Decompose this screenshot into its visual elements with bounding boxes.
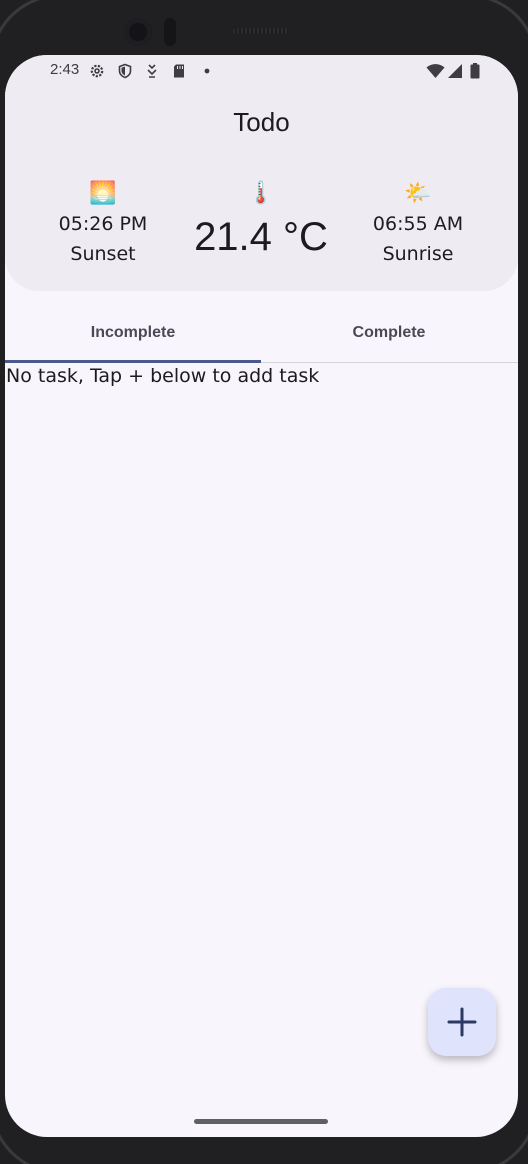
sunrise-label: Sunrise bbox=[382, 243, 454, 265]
tab-complete[interactable]: Complete bbox=[261, 291, 517, 362]
proximity-sensor bbox=[164, 18, 176, 46]
thermometer-icon: 🌡️ bbox=[247, 181, 275, 206]
battery-icon bbox=[470, 63, 480, 79]
sd-card-icon bbox=[174, 64, 184, 78]
tab-complete-label: Complete bbox=[352, 324, 426, 341]
empty-task-message: No task, Tap + below to add task bbox=[6, 365, 320, 387]
status-bar: 2:43 bbox=[5, 55, 518, 87]
sunrise-time: 06:55 AM bbox=[372, 213, 464, 235]
signal-icon bbox=[448, 64, 462, 78]
home-gesture-bar[interactable] bbox=[194, 1119, 328, 1124]
tab-incomplete[interactable]: Incomplete bbox=[5, 291, 261, 362]
sunset-icon: 🌅 bbox=[89, 181, 117, 206]
dot-icon bbox=[204, 68, 210, 74]
tab-selected-indicator bbox=[5, 360, 261, 363]
sunrise-icon: 🌤️ bbox=[404, 181, 432, 206]
temperature-widget: 🌡️ 21.4 °C bbox=[185, 181, 337, 260]
app-title: Todo bbox=[233, 107, 290, 137]
add-task-button[interactable] bbox=[428, 988, 496, 1056]
plus-icon bbox=[447, 1007, 477, 1037]
status-time: 2:43 bbox=[50, 61, 80, 78]
temperature-value: 21.4 °C bbox=[194, 215, 328, 259]
sunrise-widget: 🌤️ 06:55 AM Sunrise bbox=[348, 181, 488, 265]
download-icon bbox=[147, 64, 157, 78]
task-tabs: Incomplete Complete bbox=[5, 291, 518, 363]
earpiece-speaker bbox=[233, 28, 289, 34]
front-camera bbox=[124, 18, 152, 46]
wifi-icon bbox=[426, 64, 445, 78]
gear-icon bbox=[90, 64, 104, 78]
sunset-label: Sunset bbox=[70, 243, 136, 265]
sunset-time: 05:26 PM bbox=[58, 213, 148, 235]
tab-incomplete-label: Incomplete bbox=[90, 324, 176, 341]
sunset-widget: 🌅 05:26 PM Sunset bbox=[33, 181, 173, 265]
phone-screen: 2:43 Todo 🌅 05:26 PM Sunset 🌡️ 21.4 °C 🌤… bbox=[5, 55, 518, 1137]
device-frame: 2:43 Todo 🌅 05:26 PM Sunset 🌡️ 21.4 °C 🌤… bbox=[0, 0, 528, 1164]
shield-icon bbox=[118, 63, 132, 79]
app-header: 2:43 Todo 🌅 05:26 PM Sunset 🌡️ 21.4 °C 🌤… bbox=[5, 55, 518, 291]
